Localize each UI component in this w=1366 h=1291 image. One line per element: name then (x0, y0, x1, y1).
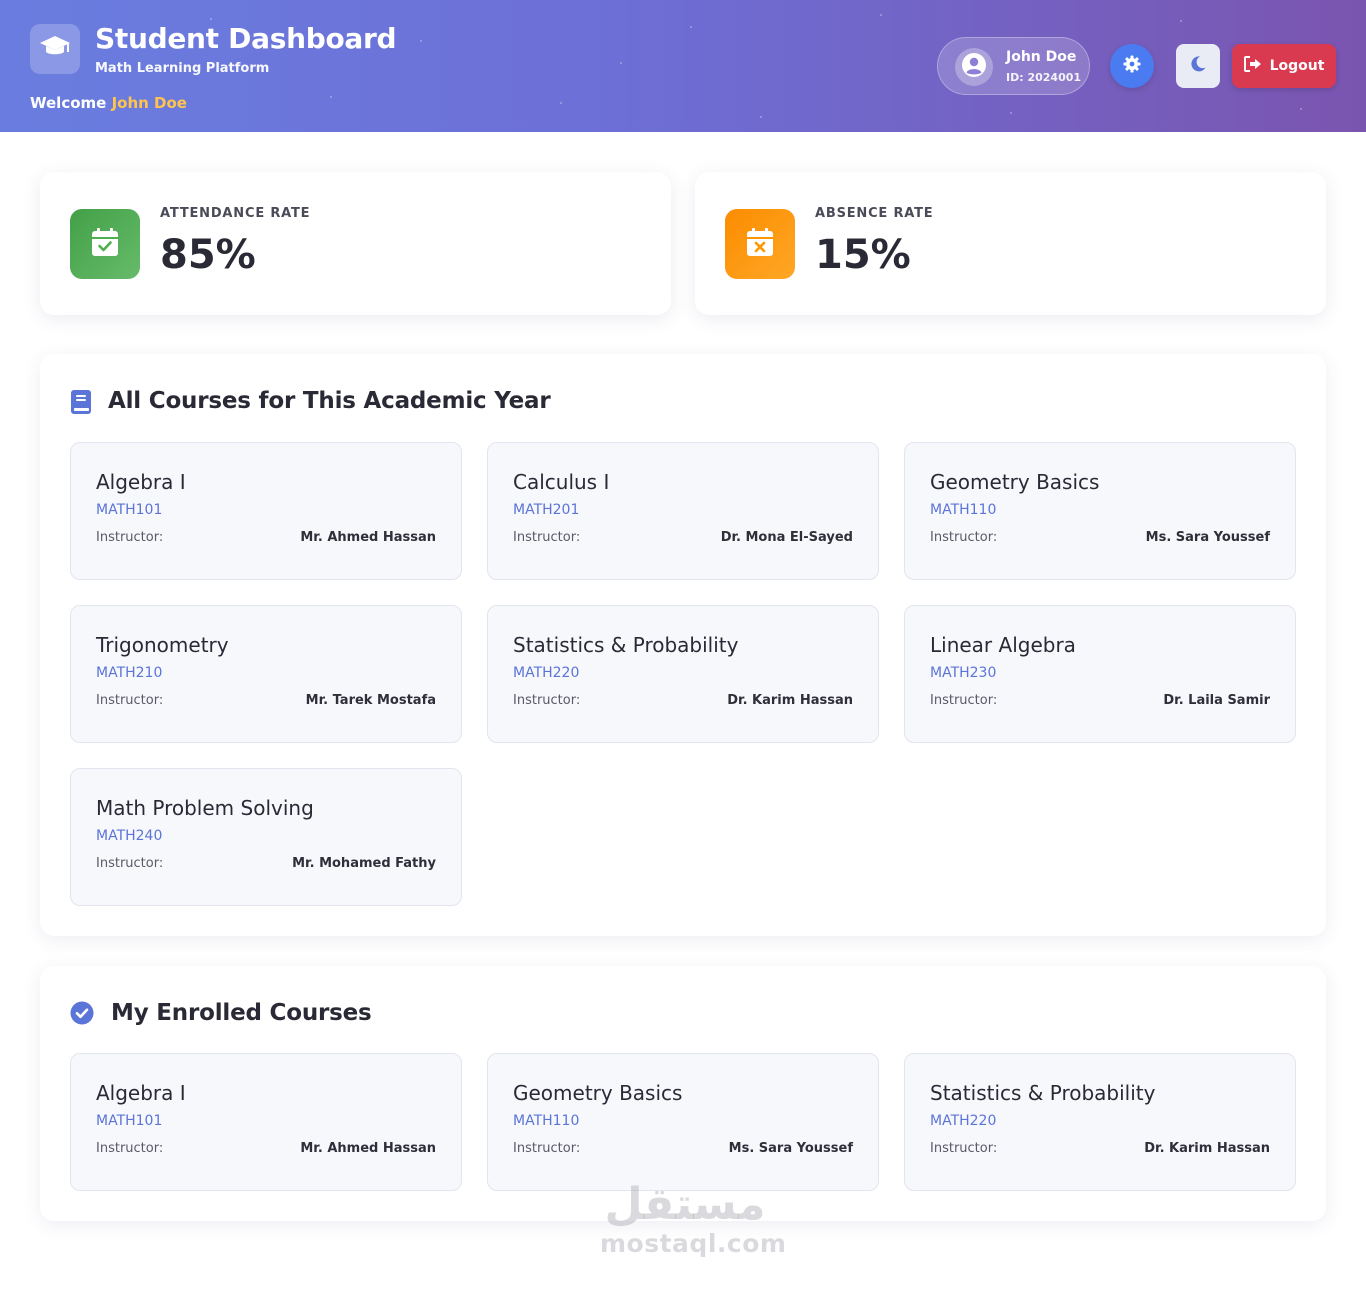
course-name: Statistics & Probability (930, 1081, 1156, 1105)
attendance-value: 85% (160, 232, 256, 278)
absence-rate-card: ABSENCE RATE 15% (695, 172, 1326, 315)
instructor-label: Instructor: (930, 1141, 998, 1156)
logo (30, 24, 80, 74)
instructor-name: Dr. Mona El-Sayed (720, 530, 853, 545)
enrolled-course-card[interactable]: Statistics & Probability MATH220 Instruc… (904, 1053, 1296, 1191)
course-card[interactable]: Calculus I MATH201 Instructor: Dr. Mona … (487, 442, 879, 580)
logout-button[interactable]: Logout (1232, 44, 1336, 88)
instructor-name: Dr. Laila Samir (1163, 693, 1270, 708)
course-name: Geometry Basics (930, 470, 1100, 494)
logout-label: Logout (1269, 58, 1325, 74)
instructor-label: Instructor: (930, 693, 998, 708)
book-icon (70, 389, 92, 419)
course-code: MATH101 (96, 502, 163, 518)
header: Student Dashboard Math Learning Platform… (0, 0, 1366, 132)
attendance-rate-card: ATTENDANCE RATE 85% (40, 172, 671, 315)
instructor-label: Instructor: (930, 530, 998, 545)
instructor-name: Mr. Mohamed Fathy (292, 856, 436, 871)
check-circle-icon (70, 1001, 94, 1029)
course-name: Statistics & Probability (513, 633, 739, 657)
settings-button[interactable] (1110, 44, 1154, 88)
absence-label: ABSENCE RATE (815, 206, 934, 221)
instructor-label: Instructor: (96, 530, 164, 545)
instructor-label: Instructor: (96, 693, 164, 708)
course-code: MATH110 (513, 1113, 580, 1129)
attendance-icon-box (70, 209, 140, 279)
course-code: MATH220 (513, 665, 580, 681)
instructor-label: Instructor: (96, 1141, 164, 1156)
user-profile-chip[interactable]: John Doe ID: 2024001 (937, 37, 1090, 95)
instructor-name: Mr. Ahmed Hassan (300, 530, 436, 545)
course-name: Geometry Basics (513, 1081, 683, 1105)
watermark-latin: mostaql.com (600, 1229, 787, 1258)
enrolled-courses-title: My Enrolled Courses (111, 1000, 372, 1026)
course-name: Algebra I (96, 1081, 186, 1105)
course-code: MATH220 (930, 1113, 997, 1129)
course-card[interactable]: Trigonometry MATH210 Instructor: Mr. Tar… (70, 605, 462, 743)
course-code: MATH110 (930, 502, 997, 518)
instructor-name: Dr. Karim Hassan (727, 693, 853, 708)
all-courses-title: All Courses for This Academic Year (108, 388, 551, 414)
graduation-cap-icon (39, 34, 71, 64)
course-code: MATH201 (513, 502, 580, 518)
enrolled-course-card[interactable]: Algebra I MATH101 Instructor: Mr. Ahmed … (70, 1053, 462, 1191)
instructor-name: Dr. Karim Hassan (1144, 1141, 1270, 1156)
instructor-label: Instructor: (96, 856, 164, 871)
theme-toggle-button[interactable] (1176, 44, 1220, 88)
instructor-name: Ms. Sara Youssef (1145, 530, 1270, 545)
user-name: John Doe (1006, 49, 1077, 65)
instructor-label: Instructor: (513, 693, 581, 708)
absence-icon-box (725, 209, 795, 279)
course-card[interactable]: Algebra I MATH101 Instructor: Mr. Ahmed … (70, 442, 462, 580)
enrolled-course-card[interactable]: Geometry Basics MATH110 Instructor: Ms. … (487, 1053, 879, 1191)
instructor-label: Instructor: (513, 530, 581, 545)
user-circle-icon (961, 52, 987, 82)
course-code: MATH210 (96, 665, 163, 681)
course-name: Algebra I (96, 470, 186, 494)
course-code: MATH230 (930, 665, 997, 681)
instructor-label: Instructor: (513, 1141, 581, 1156)
course-card[interactable]: Geometry Basics MATH110 Instructor: Ms. … (904, 442, 1296, 580)
gear-icon (1123, 55, 1141, 77)
instructor-name: Mr. Tarek Mostafa (305, 693, 436, 708)
course-card[interactable]: Linear Algebra MATH230 Instructor: Dr. L… (904, 605, 1296, 743)
sign-out-icon (1243, 56, 1262, 76)
course-name: Trigonometry (96, 633, 229, 657)
instructor-name: Ms. Sara Youssef (728, 1141, 853, 1156)
welcome-prefix: Welcome (30, 94, 107, 112)
welcome-message: Welcome John Doe (30, 94, 187, 112)
moon-icon (1189, 55, 1207, 77)
all-courses-section: All Courses for This Academic Year Algeb… (40, 354, 1326, 936)
watermark-arabic: مستقل (604, 1179, 766, 1230)
course-code: MATH240 (96, 828, 163, 844)
course-name: Calculus I (513, 470, 610, 494)
watermark: مستقل mostaql.com (600, 1179, 787, 1259)
welcome-name: John Doe (111, 94, 187, 112)
app-title: Student Dashboard (95, 22, 397, 55)
user-id: ID: 2024001 (1006, 71, 1082, 84)
course-code: MATH101 (96, 1113, 163, 1129)
calendar-x-icon (746, 227, 774, 261)
attendance-label: ATTENDANCE RATE (160, 206, 311, 221)
instructor-name: Mr. Ahmed Hassan (300, 1141, 436, 1156)
course-card[interactable]: Math Problem Solving MATH240 Instructor:… (70, 768, 462, 906)
absence-value: 15% (815, 232, 911, 278)
course-name: Linear Algebra (930, 633, 1076, 657)
calendar-check-icon (91, 227, 119, 261)
avatar (955, 48, 993, 86)
course-name: Math Problem Solving (96, 796, 314, 820)
app-subtitle: Math Learning Platform (95, 61, 270, 76)
course-card[interactable]: Statistics & Probability MATH220 Instruc… (487, 605, 879, 743)
